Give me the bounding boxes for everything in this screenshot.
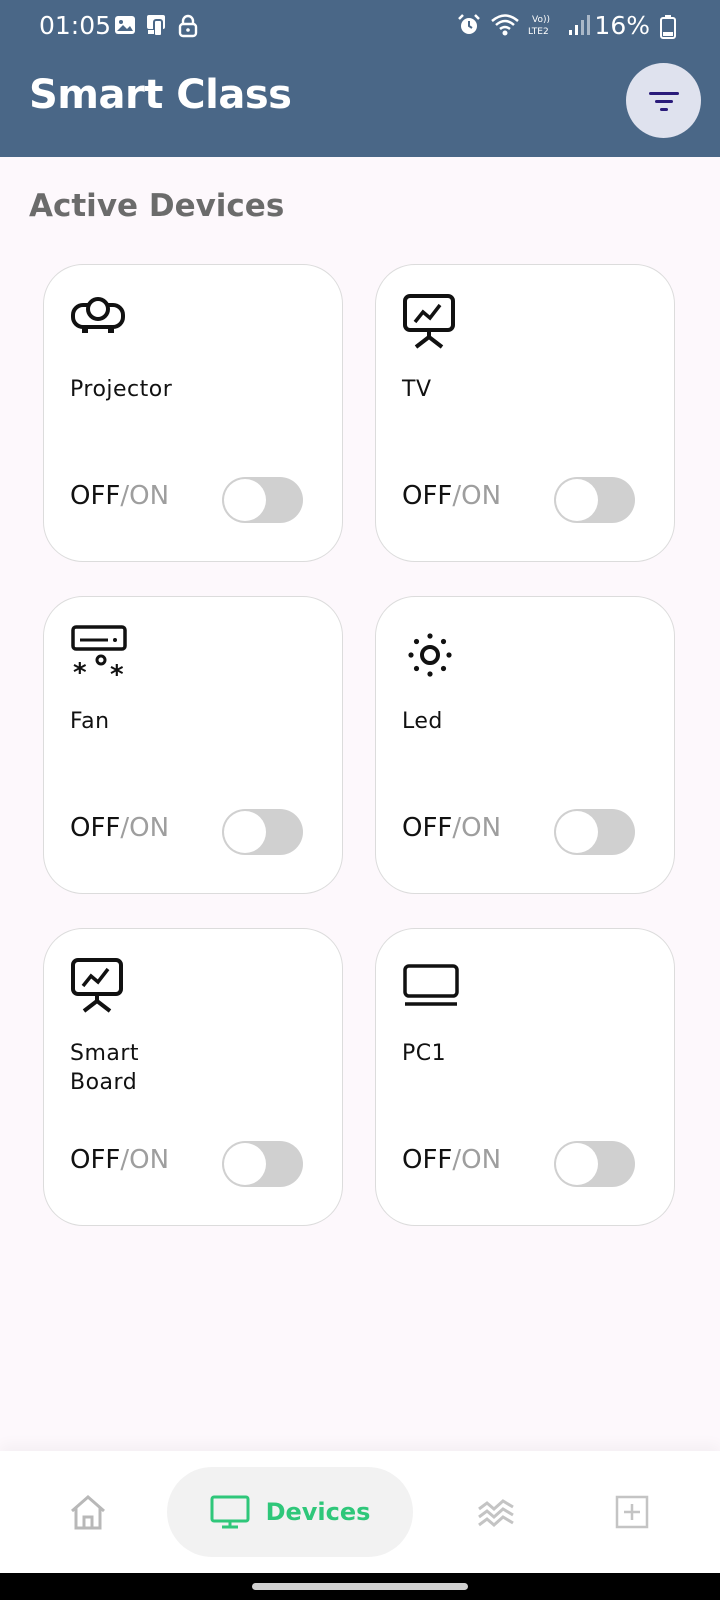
trend-icon [478,1499,514,1527]
nav-devices[interactable]: Devices [167,1467,413,1557]
device-card-tv[interactable]: TV OFF/ON [375,264,675,562]
bottom-navigation: Devices [0,1451,720,1573]
device-name: TV [402,377,432,402]
svg-text:LTE2: LTE2 [528,27,549,37]
home-icon [71,1495,105,1530]
device-state-label: OFF/ON [70,1145,170,1175]
svg-text:*: * [110,660,124,683]
device-card-smart-board[interactable]: Smart Board OFF/ON [43,928,343,1226]
signal-icon [569,15,590,35]
filter-button[interactable] [626,63,701,138]
device-toggle-switch[interactable] [222,1141,303,1187]
image-icon [115,16,135,34]
add-box-icon [615,1495,649,1529]
status-time: 01:05 [39,11,112,40]
device-toggle-switch[interactable] [222,477,303,523]
presentation-icon [71,958,123,1013]
device-toggle-switch[interactable] [554,477,635,523]
device-name: Projector [70,377,173,402]
device-name: Led [402,709,443,734]
device-toggle-switch[interactable] [554,1141,635,1187]
device-card-led[interactable]: Led OFF/ON [375,596,675,894]
device-toggle-switch[interactable] [222,809,303,855]
home-indicator[interactable] [252,1583,468,1590]
volte-icon: Vo)) LTE2 [528,15,550,37]
device-card-fan[interactable]: * * Fan OFF/ON [43,596,343,894]
monitor-icon [210,1495,250,1529]
status-bar: 01:05 Vo)) LTE2 16% [0,0,720,56]
presentation-icon [403,294,455,349]
toggle-knob [556,811,598,853]
sun-icon [408,633,452,677]
toggle-knob [224,479,266,521]
app-bar: 01:05 Vo)) LTE2 16% Smart Class [0,0,720,157]
projector-icon [71,297,125,333]
device-toggle-switch[interactable] [554,809,635,855]
status-notification-icons [114,14,198,38]
svg-text:*: * [73,658,87,683]
svg-text:Vo)): Vo)) [532,15,550,25]
device-state-label: OFF/ON [402,481,502,511]
device-name: PC1 [402,1041,447,1066]
nav-add[interactable] [600,1467,664,1557]
air-conditioner-icon: * * [71,625,127,683]
toggle-knob [224,1143,266,1185]
toggle-knob [224,811,266,853]
device-state-label: OFF/ON [70,481,170,511]
device-card-projector[interactable]: Projector OFF/ON [43,264,343,562]
monitor-icon [403,964,459,1006]
device-state-label: OFF/ON [402,1145,502,1175]
alarm-icon [458,14,480,34]
wifi-icon [491,14,519,36]
devices-icon [147,15,165,37]
section-title: Active Devices [29,188,285,224]
battery-icon [660,15,676,39]
device-card-pc1[interactable]: PC1 OFF/ON [375,928,675,1226]
nav-home[interactable] [56,1467,120,1557]
device-name: Smart Board [70,1041,140,1095]
page-title: Smart Class [29,72,292,118]
filter-icon [648,91,679,111]
device-state-label: OFF/ON [402,813,502,843]
nav-devices-label: Devices [265,1498,371,1526]
battery-percent: 16% [594,11,650,40]
toggle-knob [556,1143,598,1185]
device-name: Fan [70,709,110,734]
system-gesture-bar [0,1573,720,1600]
nav-analytics[interactable] [464,1467,528,1557]
lock-icon [178,14,198,38]
status-system-icons: Vo)) LTE2 [456,12,590,38]
toggle-knob [556,479,598,521]
device-state-label: OFF/ON [70,813,170,843]
